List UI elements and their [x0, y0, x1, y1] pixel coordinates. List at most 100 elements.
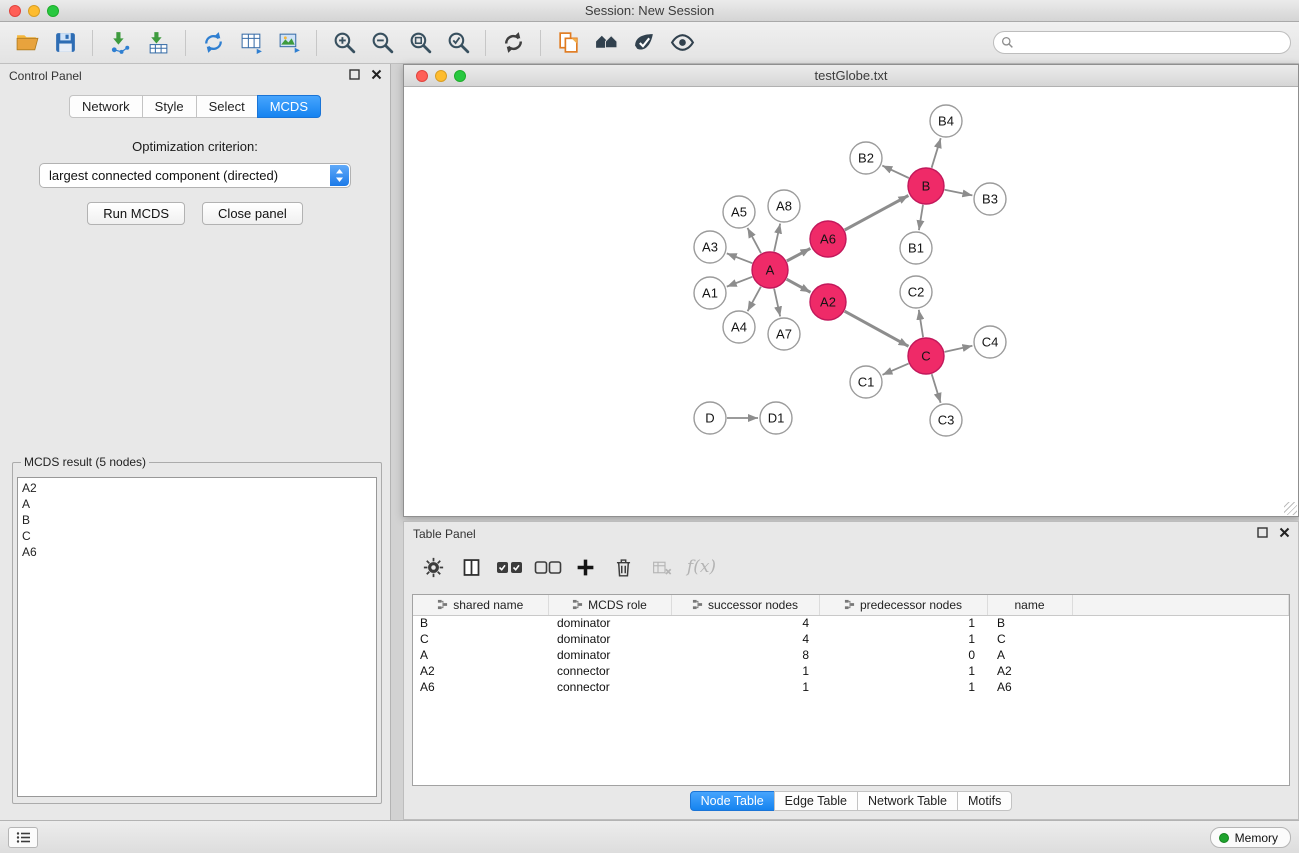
table-row[interactable]: A6connector11A6 [413, 679, 1289, 695]
table-row[interactable]: Bdominator41B [413, 615, 1289, 631]
home-layout-button[interactable] [587, 26, 625, 60]
edge-C-C1[interactable] [883, 364, 909, 375]
result-item[interactable]: A6 [22, 544, 372, 560]
table-cell[interactable]: C [987, 631, 1072, 647]
table-cell[interactable]: connector [548, 679, 671, 695]
graph-node-D[interactable]: D [694, 402, 726, 434]
show-hide-button[interactable] [663, 26, 701, 60]
table-cell[interactable]: A [413, 647, 548, 663]
table-cell[interactable]: connector [548, 663, 671, 679]
table-cell[interactable]: 4 [671, 615, 819, 631]
close-panel-icon[interactable] [371, 69, 382, 80]
edge-A6-B[interactable] [845, 196, 909, 231]
graph-node-A4[interactable]: A4 [723, 311, 755, 343]
table-cell[interactable]: 4 [671, 631, 819, 647]
open-session-button[interactable] [8, 26, 46, 60]
tab-network-table[interactable]: Network Table [857, 791, 958, 811]
edge-B-B4[interactable] [932, 138, 941, 168]
table-cell[interactable]: A [987, 647, 1072, 663]
graph-node-C3[interactable]: C3 [930, 404, 962, 436]
table-cell[interactable]: A6 [987, 679, 1072, 695]
table-cell[interactable]: dominator [548, 631, 671, 647]
tab-network[interactable]: Network [69, 95, 143, 118]
graph-node-C4[interactable]: C4 [974, 326, 1006, 358]
edge-C-C2[interactable] [919, 310, 923, 337]
table-cell[interactable]: dominator [548, 615, 671, 631]
table-cell[interactable]: 0 [819, 647, 987, 663]
edge-A-A6[interactable] [787, 248, 811, 261]
table-row[interactable]: A2connector11A2 [413, 663, 1289, 679]
table-cell[interactable]: 1 [671, 679, 819, 695]
delete-column-button[interactable] [646, 552, 677, 582]
table-cell[interactable]: 1 [819, 663, 987, 679]
network-table-button[interactable] [232, 26, 270, 60]
deselect-all-button[interactable] [532, 552, 563, 582]
new-network-button[interactable] [194, 26, 232, 60]
graph-node-C[interactable]: C [908, 338, 944, 374]
graph-node-A6[interactable]: A6 [810, 221, 846, 257]
graph-node-B[interactable]: B [908, 168, 944, 204]
tab-motifs[interactable]: Motifs [957, 791, 1012, 811]
graph-node-A7[interactable]: A7 [768, 318, 800, 350]
close-panel-icon[interactable] [1279, 527, 1290, 538]
apply-style-button[interactable] [625, 26, 663, 60]
table-cell[interactable]: B [413, 615, 548, 631]
edge-A-A4[interactable] [748, 287, 761, 312]
function-builder-button[interactable]: f(x) [684, 552, 715, 582]
graph-node-A3[interactable]: A3 [694, 231, 726, 263]
column-header-predecessor-nodes[interactable]: predecessor nodes [819, 595, 987, 615]
edge-B-B2[interactable] [882, 166, 909, 178]
edge-C-C4[interactable] [945, 346, 973, 352]
edge-A-A2[interactable] [787, 279, 811, 292]
task-history-button[interactable] [8, 827, 38, 848]
network-canvas-area[interactable]: B4B2BB3A5A8A6B1A3AA1C2A2A4A7C4CC1C3DD1 [404, 87, 1298, 516]
refresh-button[interactable] [494, 26, 532, 60]
mcds-result-list[interactable]: A2 A B C A6 [17, 477, 377, 797]
edge-A-A8[interactable] [774, 224, 780, 252]
table-cell[interactable]: 1 [819, 631, 987, 647]
edge-A-A3[interactable] [727, 253, 753, 263]
float-panel-icon[interactable] [1257, 527, 1268, 538]
graph-node-C2[interactable]: C2 [900, 276, 932, 308]
zoom-in-button[interactable] [325, 26, 363, 60]
tab-edge-table[interactable]: Edge Table [774, 791, 858, 811]
graph-node-A[interactable]: A [752, 252, 788, 288]
table-cell[interactable]: dominator [548, 647, 671, 663]
add-row-button[interactable] [570, 552, 601, 582]
result-item[interactable]: A [22, 496, 372, 512]
search-box[interactable] [993, 31, 1291, 54]
float-panel-icon[interactable] [349, 69, 360, 80]
graph-node-B2[interactable]: B2 [850, 142, 882, 174]
table-cell[interactable]: B [987, 615, 1072, 631]
window-resize-grip[interactable] [1284, 502, 1297, 515]
export-image-button[interactable] [270, 26, 308, 60]
graph-node-A8[interactable]: A8 [768, 190, 800, 222]
graph-node-B3[interactable]: B3 [974, 183, 1006, 215]
node-table-container[interactable]: shared name MCDS role successor nodes pr… [412, 594, 1290, 786]
tab-node-table[interactable]: Node Table [690, 791, 775, 811]
table-cell[interactable]: 1 [819, 679, 987, 695]
tab-style[interactable]: Style [142, 95, 197, 118]
tab-select[interactable]: Select [196, 95, 258, 118]
table-cell[interactable]: 1 [671, 663, 819, 679]
edge-A-A1[interactable] [727, 277, 753, 287]
tab-mcds[interactable]: MCDS [257, 95, 321, 118]
table-cell[interactable]: 1 [819, 615, 987, 631]
delete-row-button[interactable] [608, 552, 639, 582]
optimization-criterion-dropdown[interactable]: largest connected component (directed) [39, 163, 351, 188]
import-network-button[interactable] [101, 26, 139, 60]
result-item[interactable]: C [22, 528, 372, 544]
column-header-shared-name[interactable]: shared name [413, 595, 548, 615]
memory-button[interactable]: Memory [1210, 827, 1291, 848]
edge-B-B1[interactable] [919, 205, 923, 230]
column-header-name[interactable]: name [987, 595, 1072, 615]
graph-node-B4[interactable]: B4 [930, 105, 962, 137]
table-row[interactable]: Adominator80A [413, 647, 1289, 663]
zoom-out-button[interactable] [363, 26, 401, 60]
table-cell[interactable]: C [413, 631, 548, 647]
result-item[interactable]: B [22, 512, 372, 528]
edge-A-A7[interactable] [774, 289, 780, 317]
zoom-selected-button[interactable] [439, 26, 477, 60]
network-canvas[interactable]: B4B2BB3A5A8A6B1A3AA1C2A2A4A7C4CC1C3DD1 [404, 87, 1298, 516]
network-window-titlebar[interactable]: testGlobe.txt [404, 65, 1298, 87]
